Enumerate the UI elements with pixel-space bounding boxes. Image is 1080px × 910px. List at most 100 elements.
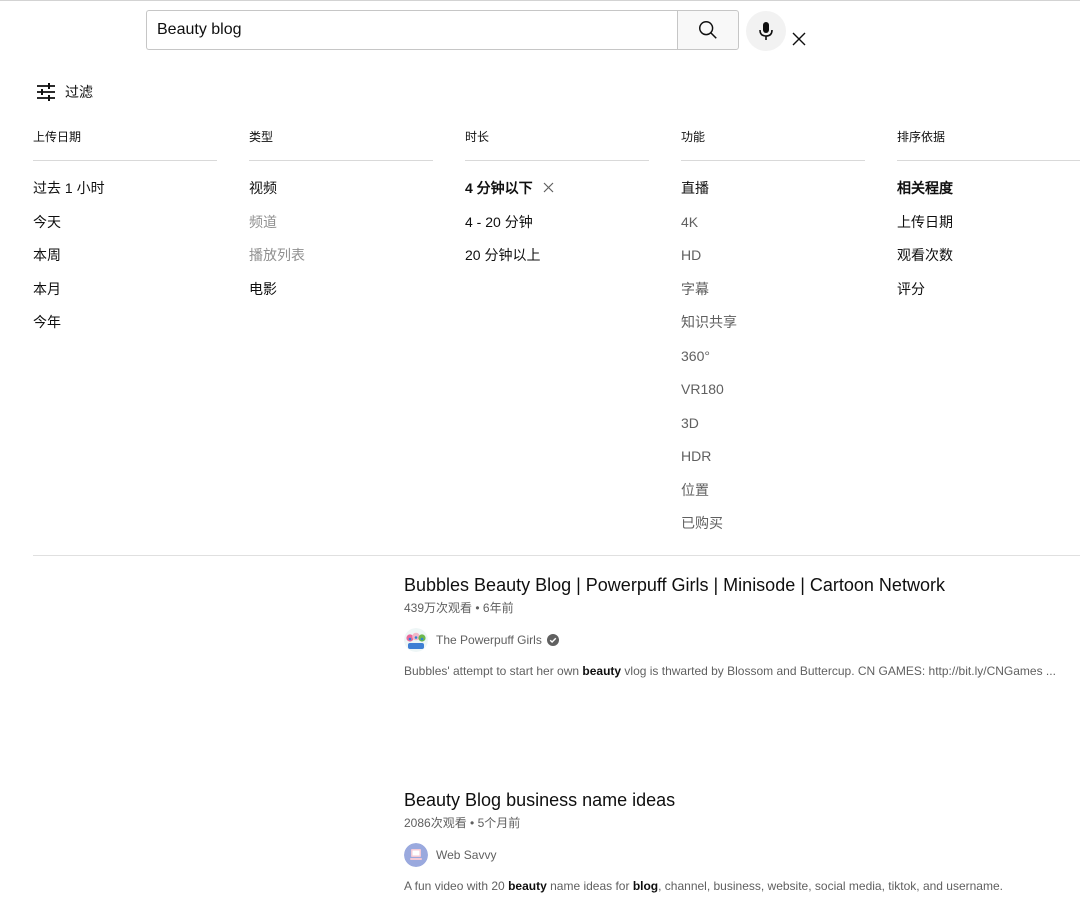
column-divider xyxy=(681,160,865,161)
video-meta: 2086次观看 • 5个月前 xyxy=(404,816,521,830)
filter-option-label: 本周 xyxy=(33,247,61,263)
video-result[interactable]: Bubbles Beauty Blog | Powerpuff Girls | … xyxy=(404,573,1064,678)
video-meta: 439万次观看 • 6年前 xyxy=(404,601,514,615)
highlighted-term: beauty xyxy=(508,879,547,893)
column-divider xyxy=(33,160,217,161)
filter-option[interactable]: 观看次数 xyxy=(897,247,1080,281)
filter-option-label: 上传日期 xyxy=(897,213,953,230)
filter-options: 过去 1 小时 今天 本周本月今年 xyxy=(33,180,217,348)
filter-option-label: 频道 xyxy=(249,213,277,230)
video-title[interactable]: Bubbles Beauty Blog | Powerpuff Girls | … xyxy=(404,573,1064,597)
filter-option[interactable]: 已购买 xyxy=(681,515,865,549)
video-description: A fun video with 20 beauty name ideas fo… xyxy=(404,879,1064,893)
view-count: 2086次观看 xyxy=(404,816,467,830)
filter-option-label: 4K xyxy=(681,213,699,230)
filter-option[interactable]: 字幕 xyxy=(681,281,865,315)
filter-option[interactable]: 直播 xyxy=(681,180,865,214)
filter-option[interactable]: 位置 xyxy=(681,482,865,516)
filter-option-label: HD xyxy=(681,247,702,263)
filter-column-sort-by: 排序依据 相关程度上传日期观看次数 评分 xyxy=(897,126,1080,314)
filter-column-upload-date: 上传日期 过去 1 小时 今天 本周本月今年 xyxy=(33,126,217,348)
filter-option-label: 20 分钟以上 xyxy=(465,247,541,263)
filter-option[interactable]: 3D xyxy=(681,415,865,449)
filter-option[interactable]: 电影 xyxy=(249,281,433,315)
remove-filter-icon[interactable] xyxy=(543,182,554,193)
upload-age: 6年前 xyxy=(482,601,514,615)
powerpuff-avatar-icon[interactable] xyxy=(404,628,428,652)
close-icon xyxy=(792,32,806,46)
video-description: Bubbles' attempt to start her own beauty… xyxy=(404,664,1064,678)
filter-option-label: 知识共享 xyxy=(681,314,737,330)
filter-options: 4 分钟以下 4 - 20 分钟 20 分钟以上 xyxy=(465,180,649,281)
description-text: Bubbles' attempt to start her own xyxy=(404,664,583,678)
filter-option[interactable]: 相关程度 xyxy=(897,180,1080,214)
filter-label: 过滤 xyxy=(65,84,93,100)
filter-option-label: 360° xyxy=(681,347,710,364)
filter-column-type: 类型 视频 频道 播放列表 电影 xyxy=(249,126,433,314)
verified-badge-icon xyxy=(546,634,559,646)
filter-option[interactable]: 4 分钟以下 xyxy=(465,180,649,214)
filter-toggle[interactable]: 过滤 xyxy=(36,81,93,103)
filter-option[interactable]: 今天 xyxy=(33,214,217,248)
web-savvy-avatar-icon[interactable] xyxy=(404,843,428,867)
description-text: name ideas for xyxy=(546,879,633,893)
channel-info[interactable]: Web Savvy xyxy=(404,843,1064,867)
microphone-icon xyxy=(759,22,773,40)
filter-option[interactable]: 评分 xyxy=(897,281,1080,315)
filter-option[interactable]: VR180 xyxy=(681,381,865,415)
filter-option-label: 本月 xyxy=(33,280,61,297)
filter-option[interactable]: 本月 xyxy=(33,281,217,315)
filter-option[interactable]: 今年 xyxy=(33,314,217,348)
column-divider xyxy=(249,160,433,161)
filter-option[interactable]: 视频 xyxy=(249,180,433,214)
filter-option[interactable]: HDR xyxy=(681,448,865,482)
highlighted-term: blog xyxy=(632,879,659,893)
video-result[interactable]: Beauty Blog business name ideas 2086次观看 … xyxy=(404,788,1064,893)
filter-option[interactable]: HD xyxy=(681,247,865,281)
highlighted-term: beauty xyxy=(582,664,622,678)
filter-option[interactable]: 播放列表 xyxy=(249,247,433,281)
filter-option[interactable]: 频道 xyxy=(249,214,433,248)
masthead: Beauty blog xyxy=(0,0,1080,57)
filter-option-label: HDR xyxy=(681,448,712,464)
filter-option[interactable]: 本周 xyxy=(33,247,217,281)
filter-option[interactable]: 4 - 20 分钟 xyxy=(465,214,649,248)
filter-option[interactable]: 360° xyxy=(681,348,865,382)
filter-options: 相关程度上传日期观看次数 评分 xyxy=(897,180,1080,314)
section-divider xyxy=(33,555,1080,556)
column-divider xyxy=(897,160,1080,161)
filter-option[interactable]: 4K xyxy=(681,214,865,248)
filter-options: 直播 4K HD 字幕知识共享 360° VR180 3D HDR 位置已购买 xyxy=(681,180,865,549)
column-divider xyxy=(465,160,649,161)
filter-option[interactable]: 20 分钟以上 xyxy=(465,247,649,281)
filter-column-features: 功能 直播 4K HD 字幕 知识共享 360° VR180 3D HDR 位置 已购买 xyxy=(681,126,865,549)
filter-option-label: 今年 xyxy=(33,314,61,330)
search-query-text[interactable]: Beauty blog xyxy=(157,21,242,39)
search-input[interactable]: Beauty blog xyxy=(146,10,806,50)
channel-name[interactable]: Web Savvy xyxy=(436,848,496,862)
filter-options: 视频 频道播放列表 电影 xyxy=(249,180,433,314)
channel-name[interactable]: The Powerpuff Girls xyxy=(436,633,542,647)
filter-option-label: 相关程度 xyxy=(897,180,953,196)
filter-option-label: 评分 xyxy=(897,280,925,297)
filter-column-title: 上传日期 xyxy=(33,130,82,144)
search-button[interactable] xyxy=(677,10,739,50)
video-title[interactable]: Beauty Blog business name ideas xyxy=(404,788,1064,812)
channel-info[interactable]: The Powerpuff Girls xyxy=(404,628,1064,652)
upload-age: 5个月前 xyxy=(477,816,521,830)
filter-column-duration: 时长 4 分钟以下 4 - 20 分钟 20 分钟以上 xyxy=(465,126,649,281)
filter-option-label: 直播 xyxy=(681,180,709,196)
voice-search-button[interactable] xyxy=(746,11,786,51)
search-icon xyxy=(699,21,717,39)
filter-option[interactable]: 过去 1 小时 xyxy=(33,180,217,214)
filter-option[interactable]: 知识共享 xyxy=(681,314,865,348)
filter-option[interactable]: 上传日期 xyxy=(897,214,1080,248)
filter-column-title: 排序依据 xyxy=(897,130,946,144)
filter-option-label: 位置 xyxy=(681,481,709,498)
filter-option-label: 3D xyxy=(681,414,699,431)
description-text: vlog is thwarted by Blossom and Buttercu… xyxy=(621,664,1056,678)
filter-option-label: 电影 xyxy=(249,280,277,297)
filter-option-label: VR180 xyxy=(681,381,724,397)
filter-option-label: 字幕 xyxy=(681,280,709,297)
clear-search-button[interactable] xyxy=(788,28,810,50)
